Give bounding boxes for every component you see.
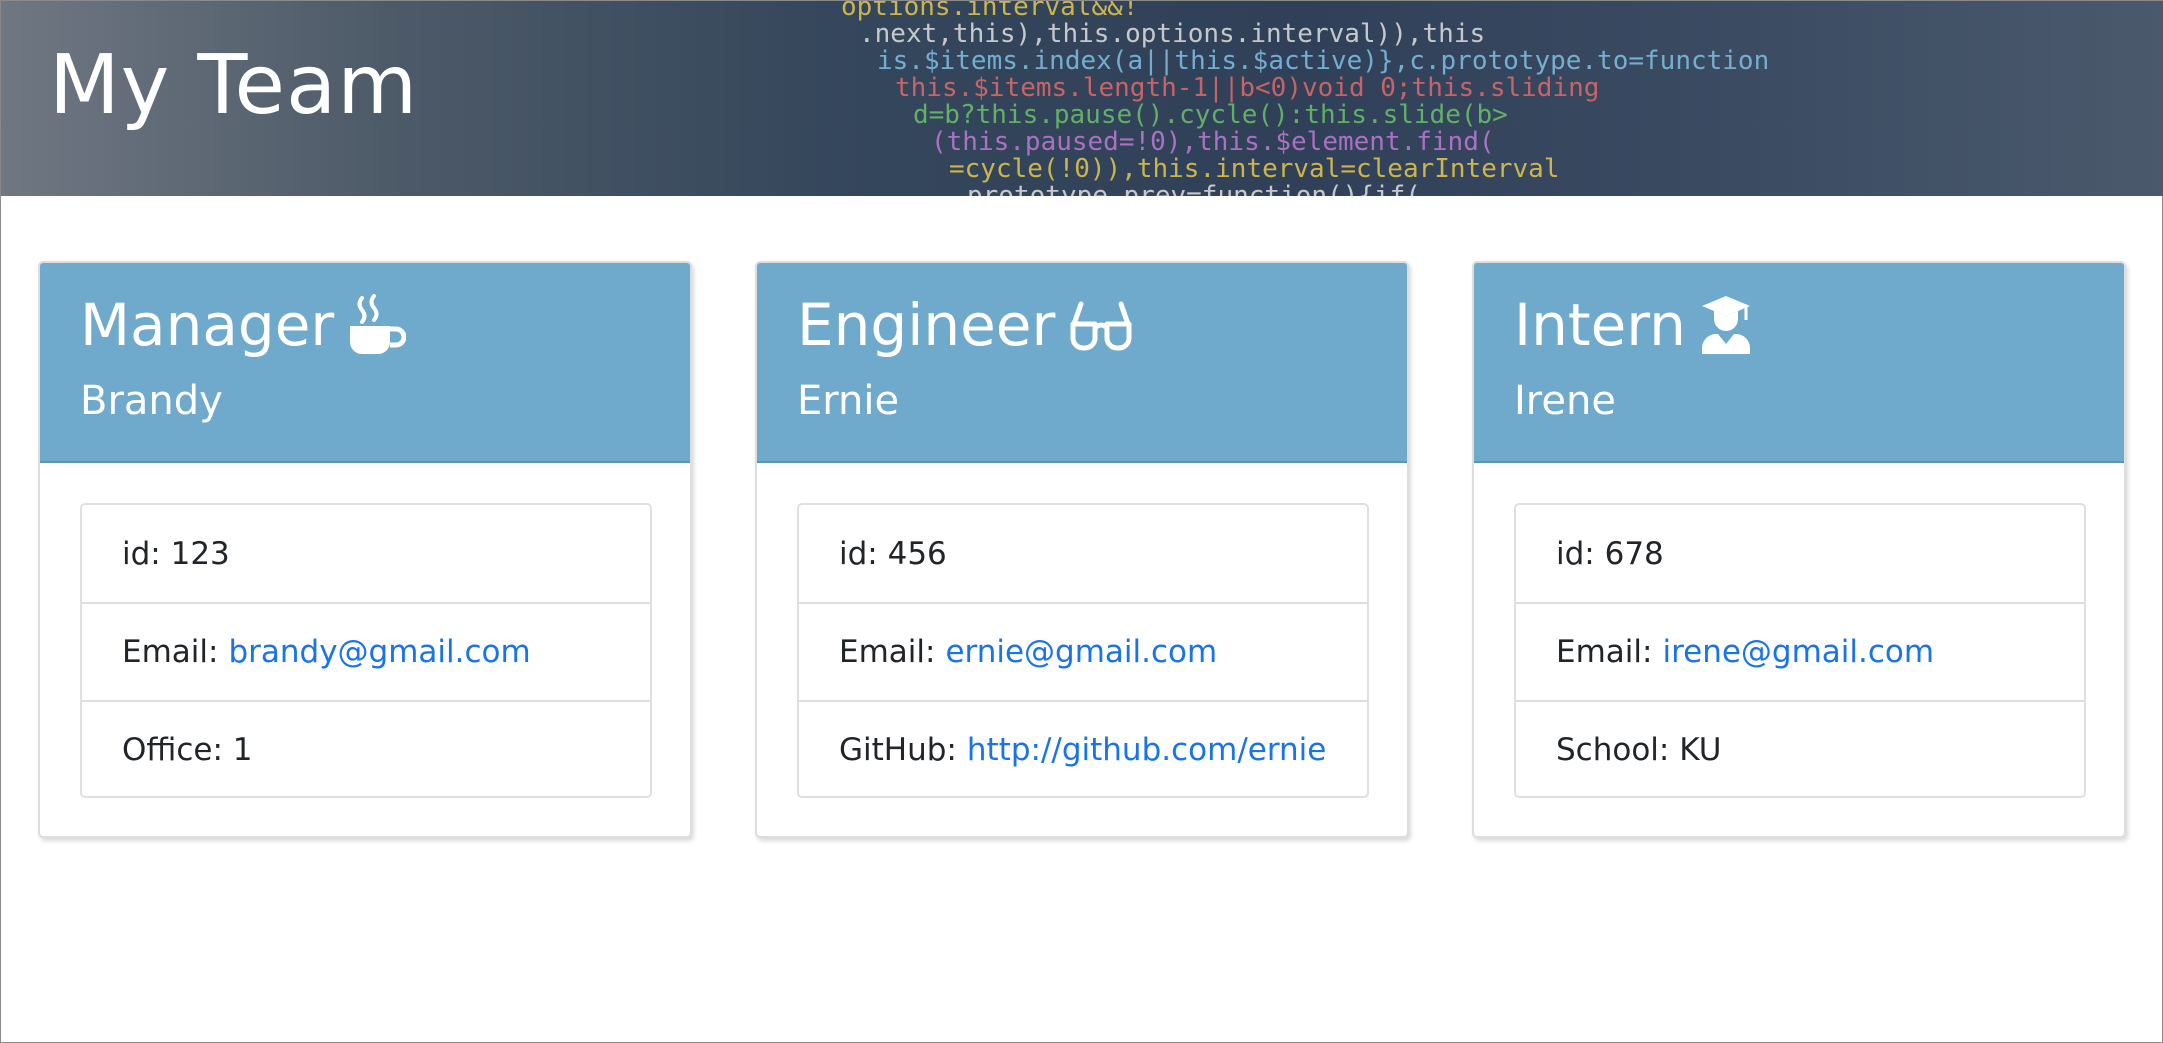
school-item: School: KU <box>1516 700 2084 797</box>
office-value: 1 <box>232 731 253 768</box>
email-label: Email: <box>839 633 936 670</box>
id-value: 456 <box>887 535 947 572</box>
office-label: Office: <box>122 731 223 768</box>
id-value: 678 <box>1604 535 1664 572</box>
team-cards: Manager Brandy id: 123 Email: brandy@gma… <box>38 261 2128 841</box>
code-line: d=b?this.pause().cycle():this.slide(b> <box>913 100 1508 130</box>
email-item: Email: ernie@gmail.com <box>799 602 1367 699</box>
card-header: Manager Brandy <box>40 263 690 463</box>
id-label: id: <box>839 535 878 572</box>
code-background-image: options.interval&&!.next,this),this.opti… <box>841 1 1769 196</box>
email-label: Email: <box>1556 633 1653 670</box>
card-name: Brandy <box>80 378 223 424</box>
engineer-card: Engineer Ernie id: 456 Email: ernie@gmai… <box>755 261 1409 838</box>
email-label: Email: <box>122 633 219 670</box>
coffee-icon <box>350 294 407 354</box>
page-title: My Team <box>49 38 419 133</box>
intern-card: Intern Irene id: 678 Email: irene@gmail.… <box>1472 261 2126 838</box>
school-label: School: <box>1556 731 1670 768</box>
card-name: Ernie <box>797 378 900 424</box>
email-link[interactable]: brandy@gmail.com <box>228 634 530 670</box>
code-line: .next,this),this.options.interval)),this <box>859 19 1485 49</box>
email-link[interactable]: ernie@gmail.com <box>945 634 1217 670</box>
id-item: id: 678 <box>1516 505 2084 602</box>
email-item: Email: irene@gmail.com <box>1516 602 2084 699</box>
github-item: GitHub: http://github.com/ernie <box>799 700 1367 797</box>
id-value: 123 <box>170 535 230 572</box>
code-line: is.$items.index(a||this.$active)},c.prot… <box>877 46 1769 76</box>
code-line: prototype.prev=function(){if( <box>967 181 1421 196</box>
office-item: Office: 1 <box>82 700 650 797</box>
info-list: id: 678 Email: irene@gmail.com School: K… <box>1514 503 2086 798</box>
card-role: Engineer <box>797 291 1056 359</box>
id-item: id: 123 <box>82 505 650 602</box>
email-item: Email: brandy@gmail.com <box>82 602 650 699</box>
id-item: id: 456 <box>799 505 1367 602</box>
school-value: KU <box>1679 731 1722 768</box>
github-link[interactable]: http://github.com/ernie <box>967 732 1327 768</box>
card-role: Manager <box>80 291 335 359</box>
id-label: id: <box>122 535 161 572</box>
card-role: Intern <box>1514 291 1686 359</box>
email-link[interactable]: irene@gmail.com <box>1662 634 1934 670</box>
card-header: Engineer Ernie <box>757 263 1407 463</box>
github-label: GitHub: <box>839 731 957 768</box>
code-line: =cycle(!0)),this.interval=clearInterval <box>949 154 1559 184</box>
glasses-icon <box>1070 301 1132 351</box>
code-line: (this.paused=!0),this.$element.find( <box>931 127 1495 157</box>
graduate-icon <box>1701 296 1750 354</box>
card-name: Irene <box>1514 378 1616 424</box>
info-list: id: 456 Email: ernie@gmail.com GitHub: h… <box>797 503 1369 798</box>
info-list: id: 123 Email: brandy@gmail.com Office: … <box>80 503 652 798</box>
code-line: this.$items.length-1||b<0)void 0;this.sl… <box>895 73 1599 103</box>
page-header: options.interval&&! .next,this),this.opti… <box>1 1 2163 196</box>
card-header: Intern Irene <box>1474 263 2124 463</box>
manager-card: Manager Brandy id: 123 Email: brandy@gma… <box>38 261 692 838</box>
id-label: id: <box>1556 535 1595 572</box>
